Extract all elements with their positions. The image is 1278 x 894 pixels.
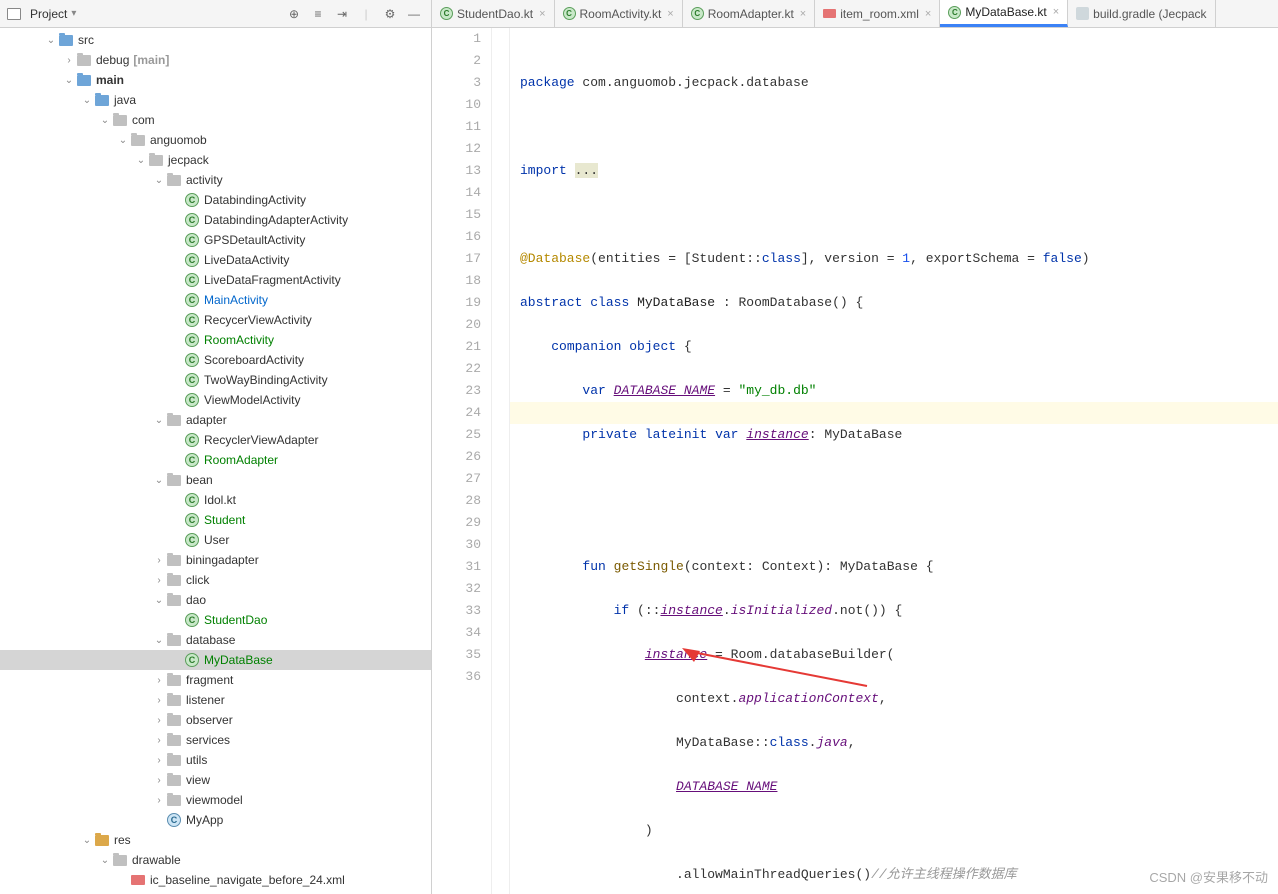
tree-node-myapp[interactable]: CMyApp (0, 810, 431, 830)
settings-icon[interactable]: ⚙ (379, 3, 401, 25)
project-label: Project (30, 7, 67, 21)
tree-node-database[interactable]: ⌄database (0, 630, 431, 650)
tree-node-folder[interactable]: ›fragment (0, 670, 431, 690)
tree-node-file[interactable]: CStudent (0, 510, 431, 530)
tree-node-file[interactable]: CTwoWayBindingActivity (0, 370, 431, 390)
project-header: Project ▾ ⊕ ≡ ⇥ | ⚙ — (0, 0, 431, 28)
expand-icon[interactable]: ≡ (307, 3, 329, 25)
tree-node-folder[interactable]: ›services (0, 730, 431, 750)
tree-node-studentdao[interactable]: CStudentDao (0, 610, 431, 630)
project-title[interactable]: Project ▾ (6, 6, 283, 22)
tab-studentdao-kt[interactable]: CStudentDao.kt× (432, 0, 555, 27)
gutter: 1231011121314151617181920212223242526272… (432, 28, 492, 894)
tree-node-mydatabase[interactable]: CMyDataBase (0, 650, 431, 670)
code-area[interactable]: 1231011121314151617181920212223242526272… (432, 28, 1278, 894)
tab-roomadapter-kt[interactable]: CRoomAdapter.kt× (683, 0, 815, 27)
tree-node-main[interactable]: ⌄main (0, 70, 431, 90)
tree-node-src[interactable]: ⌄src (0, 30, 431, 50)
tree-node-file[interactable]: CMainActivity (0, 290, 431, 310)
tree-node-folder[interactable]: ›viewmodel (0, 790, 431, 810)
close-icon[interactable]: × (800, 8, 806, 20)
close-icon[interactable]: × (925, 8, 931, 20)
close-icon[interactable]: × (667, 8, 673, 20)
tree-node-click[interactable]: ›click (0, 570, 431, 590)
collapse-icon[interactable]: ⇥ (331, 3, 353, 25)
tree-node-anguomob[interactable]: ⌄anguomob (0, 130, 431, 150)
tree-node-file[interactable]: CLiveDataActivity (0, 250, 431, 270)
tree-node-jecpack[interactable]: ⌄jecpack (0, 150, 431, 170)
tree-node-res[interactable]: ⌄res (0, 830, 431, 850)
tree-node-file[interactable]: CDatabindingActivity (0, 190, 431, 210)
fold-column[interactable] (492, 28, 510, 894)
tree-node-folder[interactable]: ›utils (0, 750, 431, 770)
tree-node-activity[interactable]: ⌄activity (0, 170, 431, 190)
tree-node-file[interactable]: CRoomActivity (0, 330, 431, 350)
tree-node-debug[interactable]: ›debug[main] (0, 50, 431, 70)
tree-node-folder[interactable]: ›view (0, 770, 431, 790)
tab-build-gradle-jecpack[interactable]: build.gradle (Jecpack (1068, 0, 1215, 27)
tree-node-file[interactable]: CLiveDataFragmentActivity (0, 270, 431, 290)
tree-node-dao[interactable]: ⌄dao (0, 590, 431, 610)
close-icon[interactable]: × (539, 8, 545, 20)
watermark: CSDN @安果移不动 (1149, 867, 1268, 886)
tree-node-file[interactable]: CRecyclerViewAdapter (0, 430, 431, 450)
close-icon[interactable]: × (1053, 6, 1059, 18)
tree-node-biningadapter[interactable]: ›biningadapter (0, 550, 431, 570)
tab-roomactivity-kt[interactable]: CRoomActivity.kt× (555, 0, 683, 27)
tree-node-file[interactable]: CScoreboardActivity (0, 350, 431, 370)
project-panel: Project ▾ ⊕ ≡ ⇥ | ⚙ — ⌄src ›debug[main] … (0, 0, 432, 894)
tree-node-folder[interactable]: ›listener (0, 690, 431, 710)
tree-node-adapter[interactable]: ⌄adapter (0, 410, 431, 430)
tree-node-drawable-file[interactable]: ic_baseline_navigate_before_24.xml (0, 870, 431, 890)
project-toolbar: ⊕ ≡ ⇥ | ⚙ — (283, 3, 425, 25)
tree-node-file[interactable]: CRoomAdapter (0, 450, 431, 470)
editor-tabs: CStudentDao.kt×CRoomActivity.kt×CRoomAda… (432, 0, 1278, 28)
tab-item_room-xml[interactable]: item_room.xml× (815, 0, 940, 27)
tree-node-file[interactable]: CRecycerViewActivity (0, 310, 431, 330)
project-dropdown-icon: ▾ (71, 8, 76, 19)
tree-node-drawable[interactable]: ⌄drawable (0, 850, 431, 870)
tree-node-file[interactable]: CUser (0, 530, 431, 550)
tree-node-file[interactable]: CViewModelActivity (0, 390, 431, 410)
tree-node-folder[interactable]: ›observer (0, 710, 431, 730)
tree-node-file[interactable]: CIdol.kt (0, 490, 431, 510)
hide-icon[interactable]: — (403, 3, 425, 25)
tree-node-java[interactable]: ⌄java (0, 90, 431, 110)
code-content[interactable]: package com.anguomob.jecpack.database im… (510, 28, 1278, 894)
locate-icon[interactable]: ⊕ (283, 3, 305, 25)
tab-mydatabase-kt[interactable]: CMyDataBase.kt× (940, 0, 1068, 27)
tree-node-com[interactable]: ⌄com (0, 110, 431, 130)
tree-node-bean[interactable]: ⌄bean (0, 470, 431, 490)
project-tree[interactable]: ⌄src ›debug[main] ⌄main ⌄java ⌄com ⌄angu… (0, 28, 431, 894)
editor-panel: CStudentDao.kt×CRoomActivity.kt×CRoomAda… (432, 0, 1278, 894)
tree-node-file[interactable]: CDatabindingAdapterActivity (0, 210, 431, 230)
tree-node-file[interactable]: CGPSDetaultActivity (0, 230, 431, 250)
